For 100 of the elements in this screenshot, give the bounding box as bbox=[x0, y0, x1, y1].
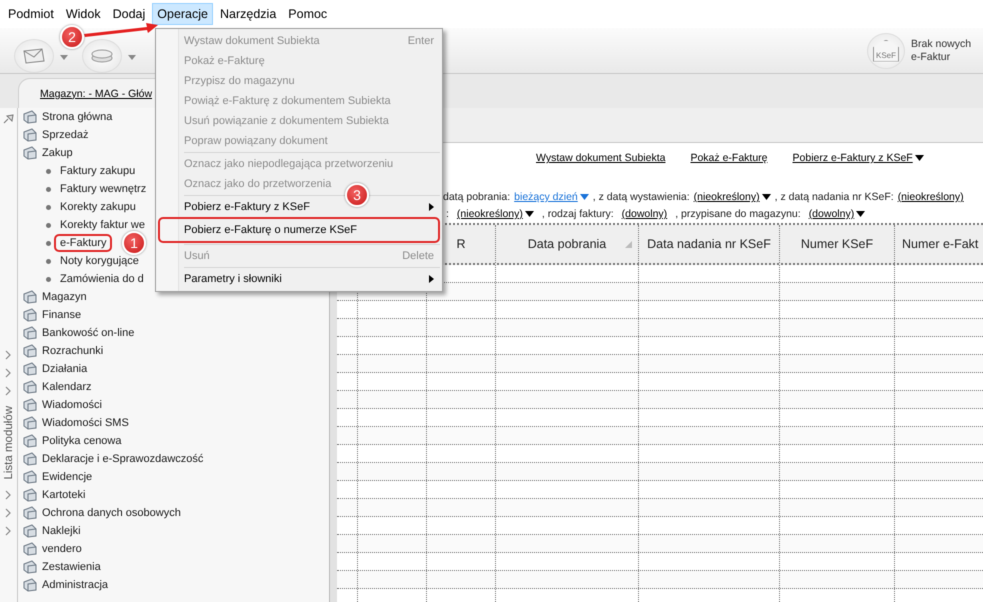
module-icon bbox=[22, 290, 38, 304]
tree-item[interactable]: Działania bbox=[42, 363, 88, 375]
status-text: Brak nowych e-Faktur bbox=[911, 38, 972, 64]
tree-item[interactable]: Bankowość on-line bbox=[42, 327, 134, 339]
tree-item[interactable]: Kalendarz bbox=[42, 381, 92, 393]
tree-item[interactable]: Faktury wewnętrz bbox=[60, 183, 146, 195]
chevron-icon[interactable] bbox=[5, 508, 12, 518]
caret-icon[interactable] bbox=[60, 55, 68, 60]
dropdown-arrow-icon[interactable] bbox=[762, 194, 771, 200]
dropdown-arrow-icon[interactable] bbox=[856, 211, 866, 217]
stack-button[interactable] bbox=[82, 38, 122, 72]
module-icon bbox=[22, 344, 38, 358]
bullet-icon bbox=[46, 222, 51, 228]
tree-item[interactable]: Zakup bbox=[42, 147, 73, 159]
module-icon bbox=[22, 488, 38, 502]
module-icon bbox=[22, 434, 38, 448]
filter-dropdown[interactable]: (dowolny) bbox=[808, 208, 866, 220]
module-icon bbox=[22, 308, 38, 322]
menu-item[interactable]: Dodaj bbox=[108, 3, 150, 25]
module-icon bbox=[22, 542, 38, 556]
filter-label: , przypisane do magazynu: bbox=[675, 208, 801, 220]
action-link[interactable]: Wystaw dokument Subiekta bbox=[536, 152, 666, 164]
bullet-icon bbox=[46, 276, 51, 282]
envelope-button[interactable] bbox=[14, 38, 54, 72]
action-link[interactable]: Pobierz e-Faktury z KSeF bbox=[792, 152, 924, 164]
column-header[interactable]: Numer e-Fakt bbox=[902, 237, 978, 251]
caret-icon[interactable] bbox=[128, 55, 136, 60]
action-link[interactable]: Pokaż e-Fakturę bbox=[690, 152, 768, 164]
tree-item[interactable]: Wiadomości SMS bbox=[42, 417, 129, 429]
column-header[interactable]: Numer KSeF bbox=[800, 237, 874, 251]
bullet-icon bbox=[46, 258, 51, 264]
tree-item[interactable]: Naklejki bbox=[42, 525, 81, 537]
tree-item[interactable]: Finanse bbox=[42, 309, 82, 321]
module-icon bbox=[22, 362, 38, 376]
filter-label: , z datą wystawienia: bbox=[592, 191, 690, 203]
tree-item[interactable]: Polityka cenowa bbox=[42, 435, 122, 447]
tree-item[interactable]: Rozrachunki bbox=[42, 345, 104, 357]
chevron-icon[interactable] bbox=[5, 526, 12, 536]
tree-item[interactable]: Zamówienia do d bbox=[60, 273, 144, 285]
menu-item[interactable]: Widok bbox=[60, 3, 106, 25]
menu-item[interactable]: Parametry i słowniki bbox=[156, 269, 442, 289]
column-header[interactable]: R bbox=[456, 237, 466, 251]
module-icon bbox=[22, 146, 38, 160]
menu-item[interactable]: Pobierz e-Fakturę o numerze KSeF bbox=[158, 217, 440, 243]
column-header[interactable]: Data pobrania bbox=[528, 237, 606, 251]
menu-item[interactable]: Pomoc bbox=[283, 3, 332, 25]
module-icon bbox=[22, 380, 38, 394]
module-icon bbox=[22, 128, 38, 142]
bullet-icon bbox=[46, 240, 51, 246]
tree-item[interactable]: Faktury zakupu bbox=[60, 165, 136, 177]
dropdown-arrow-icon[interactable] bbox=[524, 211, 534, 217]
tree-item[interactable]: Ochrona danych osobowych bbox=[42, 507, 181, 519]
tree-item[interactable]: Ewidencje bbox=[42, 471, 92, 483]
stack-icon bbox=[91, 48, 113, 62]
ksef-button[interactable]: KSeF bbox=[867, 32, 905, 68]
menu-item[interactable]: Podmiot bbox=[3, 3, 59, 25]
module-icon bbox=[22, 110, 38, 124]
bullet-icon bbox=[46, 168, 51, 174]
filter-dropdown[interactable]: (dowolny) bbox=[622, 208, 668, 220]
ksef-label: KSeF bbox=[873, 40, 899, 62]
bullet-icon bbox=[46, 186, 51, 192]
filter-dropdown[interactable]: bieżący dzień bbox=[514, 191, 589, 203]
module-icon bbox=[22, 506, 38, 520]
tree-item[interactable]: Strona główna bbox=[42, 111, 112, 123]
module-icon bbox=[22, 398, 38, 412]
envelope-icon bbox=[23, 48, 45, 64]
tree-item[interactable]: Deklaracje i e-Sprawozdawczość bbox=[42, 453, 204, 465]
chevron-icon[interactable] bbox=[5, 490, 12, 500]
filter-label: datą pobrania: bbox=[443, 191, 510, 203]
sidebar-label: Lista modułów bbox=[2, 406, 14, 480]
pin-icon[interactable] bbox=[2, 114, 14, 124]
tree-item[interactable]: Noty korygujące bbox=[60, 255, 139, 267]
bullet-icon bbox=[46, 204, 51, 210]
module-icon bbox=[22, 578, 38, 592]
filter-label: , z datą nadania nr KSeF: bbox=[774, 191, 894, 203]
dropdown-arrow-icon[interactable] bbox=[914, 155, 924, 161]
tree-item[interactable]: Zestawienia bbox=[42, 561, 101, 573]
module-icon bbox=[22, 416, 38, 430]
module-icon bbox=[22, 524, 38, 538]
tree-item[interactable]: Magazyn bbox=[42, 291, 87, 303]
module-icon bbox=[22, 326, 38, 340]
module-icon bbox=[22, 560, 38, 574]
filter-dropdown[interactable]: (nieokreślony) bbox=[694, 191, 771, 203]
menu-item[interactable]: Narzędzia bbox=[215, 3, 282, 25]
submenu-arrow-icon bbox=[429, 275, 434, 283]
filter-dropdown[interactable]: (nieokreślony) bbox=[898, 191, 964, 203]
tree-item[interactable]: Kartoteki bbox=[42, 489, 86, 501]
tree-item[interactable]: Korekty faktur we bbox=[60, 219, 145, 231]
menu-item[interactable]: Operacje bbox=[152, 3, 213, 25]
tree-item[interactable]: Wiadomości bbox=[42, 399, 102, 411]
tab[interactable]: Magazyn: - MAG - Głów bbox=[40, 88, 152, 100]
tree-item[interactable]: Administracja bbox=[42, 579, 108, 591]
tree-item[interactable]: vendero bbox=[42, 543, 82, 555]
tree-item[interactable]: Korekty zakupu bbox=[60, 201, 136, 213]
module-icon bbox=[22, 470, 38, 484]
filter-dropdown[interactable]: (nieokreślony) bbox=[456, 208, 534, 220]
filter-label: : bbox=[446, 208, 449, 220]
tree-item[interactable]: Sprzedaż bbox=[42, 129, 88, 141]
column-header[interactable]: Data nadania nr KSeF bbox=[647, 237, 771, 251]
submenu-arrow-icon bbox=[429, 203, 434, 211]
